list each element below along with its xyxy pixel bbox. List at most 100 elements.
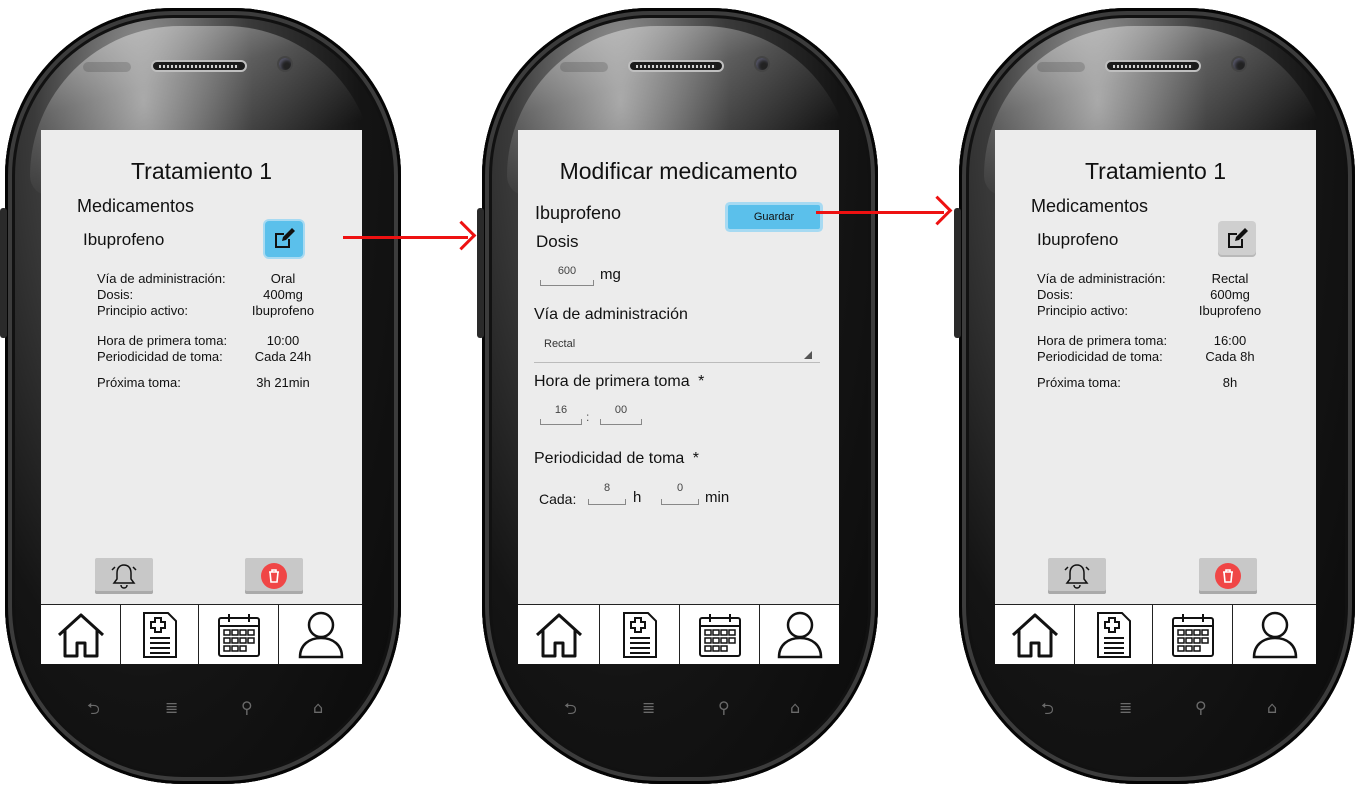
nav-home[interactable] (995, 605, 1075, 664)
detail-label: Principio activo: (1037, 303, 1129, 318)
first-dose-label: Hora de primera toma * (534, 373, 705, 390)
detail-label: Hora de primera toma: (97, 333, 228, 348)
detail-value: Cada 8h (1205, 349, 1255, 364)
phone-frame-1: Tratamiento 1 Medicamentos Ibuprofeno Ví… (0, 8, 401, 784)
first-dose-hour-input[interactable]: 16 (540, 404, 582, 425)
period-label: Periodicidad de toma * (534, 450, 699, 467)
edit-medicine-screen: Modificar medicamento Ibuprofeno Guardar… (518, 130, 839, 664)
edit-medicine-button[interactable] (1218, 221, 1256, 257)
detail-label: Próxima toma: (97, 375, 181, 390)
earpiece-speaker (628, 60, 724, 72)
home-key-icon[interactable]: ⌂ (790, 698, 800, 717)
prescription-icon (142, 612, 177, 658)
edit-medicine-button[interactable] (265, 221, 303, 257)
home-icon (535, 613, 582, 658)
flow-arrow (816, 195, 953, 226)
home-icon (57, 613, 104, 658)
nav-prescription[interactable] (121, 605, 199, 664)
detail-value: 10:00 (266, 333, 300, 348)
dose-input[interactable]: 600 (540, 265, 594, 286)
nav-calendar[interactable] (1153, 605, 1233, 664)
delete-button[interactable] (245, 558, 303, 594)
edit-icon (1228, 228, 1248, 248)
dose-unit: mg (600, 266, 621, 283)
detail-value: Ibuprofeno (251, 303, 315, 318)
detail-label: Hora de primera toma: (1037, 333, 1168, 348)
medicine-name: Ibuprofeno (83, 230, 165, 249)
menu-icon[interactable]: ≣ (165, 698, 178, 717)
hardware-keys: ⮌ ≣ ⚲ ⌂ (542, 698, 822, 718)
detail-value: 400mg (263, 287, 303, 302)
nav-profile[interactable] (279, 605, 362, 664)
profile-icon (298, 611, 343, 659)
prescription-icon (622, 612, 657, 658)
nav-home[interactable] (518, 605, 600, 664)
detail-label: Periodicidad de toma: (1037, 349, 1163, 364)
detail-label: Dosis: (97, 287, 134, 302)
menu-icon[interactable]: ≣ (1119, 698, 1132, 717)
profile-icon (777, 611, 822, 659)
detail-value: Cada 24h (254, 349, 312, 364)
detail-label: Dosis: (1037, 287, 1074, 302)
trash-icon (261, 563, 287, 589)
bottom-navigation (995, 604, 1316, 664)
reminder-button[interactable] (1048, 558, 1106, 594)
prescription-icon (1096, 612, 1131, 658)
period-hours-input[interactable]: 8 (588, 482, 626, 505)
page-title: Modificar medicamento (559, 158, 798, 184)
hours-unit: h (633, 489, 642, 506)
required-mark: * (698, 373, 705, 390)
side-button (477, 208, 484, 338)
front-camera (279, 58, 291, 70)
nav-profile[interactable] (1233, 605, 1316, 664)
every-label: Cada: (539, 491, 577, 507)
reminder-button[interactable] (95, 558, 153, 594)
calendar-icon (698, 614, 741, 657)
treatment-screen: Tratamiento 1 Medicamentos Ibuprofeno Ví… (41, 130, 362, 664)
home-key-icon[interactable]: ⌂ (313, 698, 323, 717)
back-icon[interactable]: ⮌ (564, 698, 577, 725)
detail-label: Próxima toma: (1037, 375, 1121, 390)
nav-calendar[interactable] (680, 605, 760, 664)
profile-icon (1252, 611, 1297, 659)
search-icon[interactable]: ⚲ (718, 698, 730, 717)
dose-label: Dosis (536, 232, 579, 251)
nav-home[interactable] (41, 605, 121, 664)
hardware-keys: ⮌ ≣ ⚲ ⌂ (1019, 698, 1299, 718)
home-key-icon[interactable]: ⌂ (1267, 698, 1277, 717)
nav-prescription[interactable] (1075, 605, 1153, 664)
detail-value: Rectal (1211, 271, 1249, 286)
calendar-icon (1171, 614, 1214, 657)
delete-button[interactable] (1199, 558, 1257, 594)
required-mark: * (692, 450, 699, 467)
detail-label: Principio activo: (97, 303, 189, 318)
route-label: Vía de administración (534, 306, 688, 323)
search-icon[interactable]: ⚲ (241, 698, 253, 717)
detail-label: Vía de administración: (97, 271, 226, 286)
first-dose-minute-input[interactable]: 00 (600, 404, 642, 425)
menu-icon[interactable]: ≣ (642, 698, 655, 717)
detail-value: 3h 21min (256, 375, 310, 390)
page-title: Tratamiento 1 (1084, 158, 1227, 184)
phone-frame-2: Modificar medicamento Ibuprofeno Guardar… (477, 8, 878, 784)
detail-value: Ibuprofeno (1198, 303, 1262, 318)
nav-profile[interactable] (760, 605, 839, 664)
minutes-unit: min (705, 489, 730, 506)
earpiece-speaker (1105, 60, 1201, 72)
medicine-name: Ibuprofeno (1037, 230, 1119, 249)
detail-label: Vía de administración: (1037, 271, 1166, 286)
nav-calendar[interactable] (199, 605, 279, 664)
nav-prescription[interactable] (600, 605, 680, 664)
bottom-navigation (518, 604, 839, 664)
side-button (954, 208, 961, 338)
side-button (0, 208, 7, 338)
detail-value: Oral (270, 271, 296, 286)
route-select[interactable]: Rectal (534, 337, 820, 363)
medicine-name: Ibuprofeno (535, 203, 622, 223)
page-title: Tratamiento 1 (130, 158, 273, 184)
save-button[interactable]: Guardar (728, 205, 820, 229)
period-minutes-input[interactable]: 0 (661, 482, 699, 505)
search-icon[interactable]: ⚲ (1195, 698, 1207, 717)
back-icon[interactable]: ⮌ (87, 698, 100, 725)
back-icon[interactable]: ⮌ (1041, 698, 1054, 725)
